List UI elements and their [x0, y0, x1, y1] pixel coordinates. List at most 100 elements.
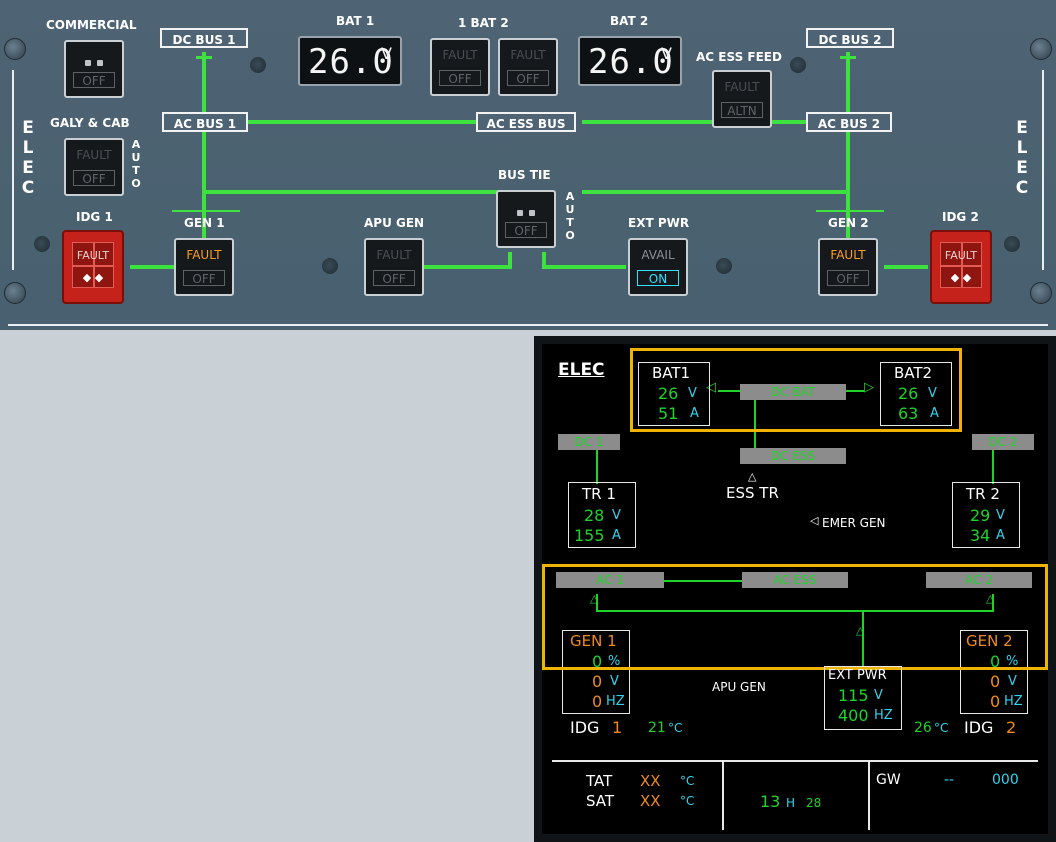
bat2-voltage-display: 26.0 V: [578, 36, 682, 86]
idg1-fault-legend: FAULT: [76, 249, 110, 262]
apu-gen-label: APU GEN: [364, 216, 425, 230]
idg1-ecam-label: IDG: [570, 718, 600, 737]
bat1-voltage-display: 26.0 V: [298, 36, 402, 86]
dc-bus-1-label: DC BUS 1: [160, 28, 248, 48]
wire-bustie-right: [582, 190, 848, 194]
ess-tr-arrow-icon: △: [748, 470, 757, 483]
tat-unit: °C: [680, 774, 695, 788]
bat1-fault-legend: FAULT: [442, 48, 478, 62]
utc-hours-unit: H: [786, 796, 796, 810]
bat2-button[interactable]: FAULT OFF: [498, 38, 558, 96]
gen1-bracket: [172, 210, 240, 212]
gen2-hz-unit: HZ: [1004, 694, 1023, 709]
idg2-temp-unit: °C: [934, 721, 949, 735]
utc-minutes: 28: [806, 796, 822, 810]
utc-hours: 13: [760, 792, 781, 811]
bat2-label: BAT 2: [610, 14, 649, 28]
idg1-guarded-button[interactable]: FAULT ◆ ◆: [62, 230, 124, 304]
idg2-temp: 26: [914, 720, 932, 736]
panel-hole-icon: [716, 258, 732, 274]
tr1-amps: 155: [574, 526, 605, 545]
gen1-off-legend: OFF: [183, 270, 225, 286]
commercial-label: COMMERCIAL: [46, 18, 137, 32]
apu-gen-button[interactable]: FAULT OFF: [364, 238, 424, 296]
panel-bottom-line: [8, 324, 1048, 326]
footer-divider-left: [722, 760, 724, 830]
ac-ess-feed-altn-legend: ALTN: [721, 102, 763, 118]
panel-left-line: [12, 70, 14, 270]
idg1-ecam-num: 1: [612, 718, 623, 737]
wire-ac1-acess: [246, 120, 476, 124]
galy-cab-auto-label: A U T O: [131, 138, 141, 190]
ext-pwr-ecam-label: EXT PWR: [828, 668, 887, 683]
ac-highlight-box: [542, 564, 1048, 670]
sat-label: SAT: [586, 792, 615, 810]
gen2-button[interactable]: FAULT OFF: [818, 238, 878, 296]
idg2-button-face: FAULT ◆ ◆: [940, 242, 982, 288]
ext-pwr-on-legend: ON: [637, 270, 679, 286]
gen2-off-legend: OFF: [827, 270, 869, 286]
bat-switches-label: 1 BAT 2: [458, 16, 509, 30]
bat1-button[interactable]: FAULT OFF: [430, 38, 490, 96]
gw-dashes: --: [944, 772, 955, 788]
ac-bus-1-label: AC BUS 1: [162, 112, 248, 132]
galy-cab-off-legend: OFF: [73, 170, 115, 186]
gen1-hz: 0: [592, 692, 603, 711]
bat2-off-legend: OFF: [507, 70, 549, 86]
gen1-volts: 0: [592, 672, 603, 691]
panel-screw-icon: [4, 282, 26, 304]
bus-tie-button[interactable]: OFF: [496, 190, 556, 248]
wire-ext-bustie-vert: [542, 252, 546, 269]
panel-hole-icon: [1004, 236, 1020, 252]
commercial-button[interactable]: OFF: [64, 40, 124, 98]
idg2-label: IDG 2: [942, 210, 979, 224]
emer-gen-label: EMER GEN: [822, 516, 886, 530]
ac-ess-feed-button[interactable]: FAULT ALTN: [712, 70, 772, 128]
tr2-amps-unit: A: [996, 528, 1005, 543]
wire-apu-bustie: [424, 265, 512, 269]
wire-arrow: [840, 56, 856, 59]
guard-bar: [941, 265, 981, 267]
panel-hole-icon: [250, 57, 266, 73]
gen2-bracket: [816, 210, 884, 212]
bat-highlight-box: [630, 348, 962, 432]
footer-divider: [552, 760, 1038, 762]
ac-ess-bus-label: AC ESS BUS: [476, 112, 576, 132]
panel-right-line: [1042, 70, 1044, 270]
ecam-title: ELEC: [558, 360, 605, 380]
ext-pwr-hz: 400: [838, 706, 869, 725]
elec-side-label-right: E L E C: [1015, 118, 1029, 198]
sat-value: XX: [640, 792, 661, 810]
idg1-temp-unit: °C: [668, 721, 683, 735]
gen2-hz: 0: [990, 692, 1001, 711]
idg1-temp: 21: [648, 720, 666, 736]
panel-hole-icon: [790, 57, 806, 73]
ext-pwr-button[interactable]: AVAIL ON: [628, 238, 688, 296]
apu-gen-ecam-label: APU GEN: [712, 680, 766, 694]
tr2-label: TR 2: [966, 485, 1000, 503]
idg2-dots-icon: ◆ ◆: [950, 271, 972, 284]
ecam-elec-display: ELEC ◁ ▷ △ △ △ △ ◁ DC BAT DC 1 DC 2 DC E…: [534, 336, 1056, 842]
galy-cab-button[interactable]: FAULT OFF: [64, 138, 124, 196]
tr1-volts: 28: [584, 506, 605, 525]
gen1-button[interactable]: FAULT OFF: [174, 238, 234, 296]
elec-side-label-left: E L E C: [21, 118, 35, 198]
gen2-volts: 0: [990, 672, 1001, 691]
wire-arrow: [196, 56, 212, 59]
ecam-screen: ELEC ◁ ▷ △ △ △ △ ◁ DC BAT DC 1 DC 2 DC E…: [542, 344, 1048, 834]
apu-gen-fault-legend: FAULT: [376, 248, 412, 262]
tr2-amps: 34: [970, 526, 991, 545]
idg2-guarded-button[interactable]: FAULT ◆ ◆: [930, 230, 992, 304]
sat-unit: °C: [680, 794, 695, 808]
ac-bus-2-label: AC BUS 2: [806, 112, 892, 132]
idg2-ecam-num: 2: [1006, 718, 1017, 737]
gen1-hz-unit: HZ: [606, 694, 625, 709]
commercial-off-legend: OFF: [73, 72, 115, 88]
bat1-off-legend: OFF: [439, 70, 481, 86]
ac-ess-feed-fault-legend: FAULT: [724, 80, 760, 94]
wire-idg1-gen1: [130, 265, 174, 269]
tat-value: XX: [640, 772, 661, 790]
dc-bus-2-label: DC BUS 2: [806, 28, 894, 48]
footer-divider-right: [868, 760, 870, 830]
gw-value: 000: [992, 772, 1019, 788]
